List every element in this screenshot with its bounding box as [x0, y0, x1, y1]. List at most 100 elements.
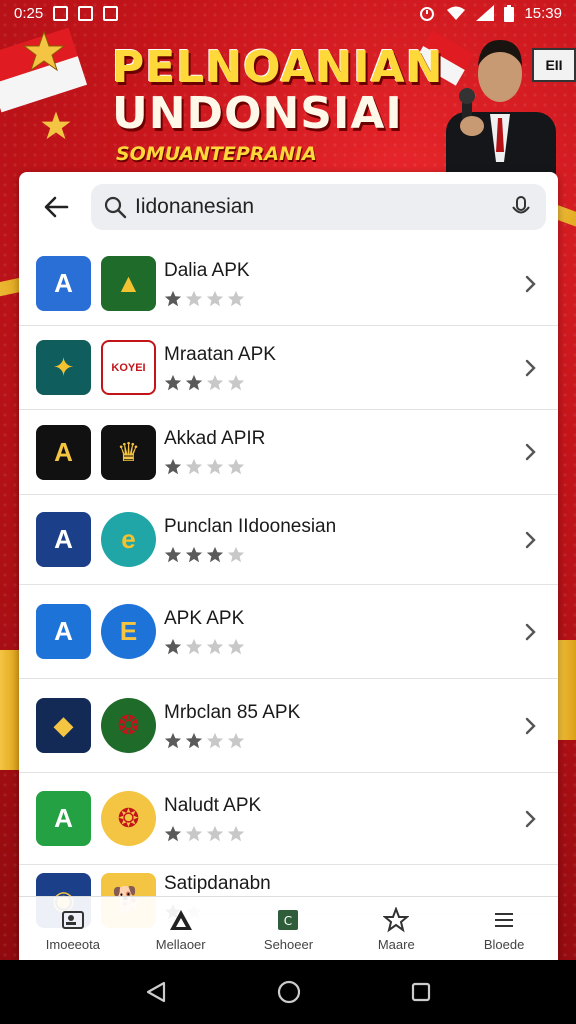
- banner-title-line2: UNDONSIAI: [112, 88, 403, 139]
- star-filled-icon: [164, 825, 182, 841]
- app-info: Akkad APIR: [164, 428, 520, 476]
- message-icon: [103, 5, 119, 21]
- app-icons: ◆ ❂: [36, 698, 164, 753]
- app-name: Satipdanabn: [164, 873, 271, 894]
- star-burst-icon: [41, 111, 71, 140]
- search-icon: [104, 196, 127, 219]
- star-empty-icon: [185, 290, 203, 306]
- nav-item[interactable]: Bloede: [456, 907, 552, 952]
- app-name: Mraatan APK: [164, 343, 276, 365]
- chevron-right-icon[interactable]: [520, 716, 540, 736]
- chevron-right-icon[interactable]: [520, 274, 540, 294]
- star-filled-icon: [185, 732, 203, 748]
- voice-search-icon[interactable]: [508, 194, 534, 220]
- star-filled-icon: [164, 374, 182, 390]
- presenter-image: [446, 40, 556, 182]
- star-empty-icon: [227, 458, 245, 475]
- app-name: APK APK: [164, 607, 245, 629]
- app-icons: A ♛: [36, 424, 164, 480]
- list-item[interactable]: Ae Punclan IIdoonesian: [19, 495, 558, 585]
- star-empty-icon: [206, 638, 224, 654]
- status-bar: 0:25 15:39: [0, 0, 576, 26]
- signal-icon: [476, 5, 495, 21]
- rating-stars: [164, 546, 520, 564]
- list-item[interactable]: A ♛ Akkad APIR: [19, 410, 558, 495]
- app-icons: ✦ KOYEI: [36, 340, 164, 395]
- list-item[interactable]: A E APK APK: [19, 585, 558, 679]
- back-arrow-icon[interactable]: [41, 192, 71, 222]
- chevron-right-icon[interactable]: [520, 442, 540, 462]
- nav-item[interactable]: Mellaoer: [133, 907, 229, 952]
- app-icons: A ▲: [36, 256, 164, 311]
- gallery-icon: [78, 5, 94, 21]
- star-empty-icon: [185, 458, 203, 475]
- nav-label: Mellaoer: [155, 937, 206, 952]
- apk-a-icon: A: [36, 512, 91, 567]
- status-time-left: 0:25: [14, 4, 44, 22]
- list-item[interactable]: A ▲ Dalia APK: [19, 242, 558, 326]
- nav-item[interactable]: Maare: [348, 907, 444, 952]
- banner-sign: EII: [532, 48, 576, 82]
- search-input[interactable]: [135, 195, 500, 219]
- list-item[interactable]: ✦ KOYEI Mraatan APK: [19, 326, 558, 410]
- star-filled-icon: [164, 546, 182, 562]
- app-icons: Ae: [36, 512, 164, 567]
- star-empty-icon: [206, 825, 224, 841]
- rating-stars: [164, 458, 520, 476]
- star-filled-icon: [164, 638, 182, 654]
- app-name: Dalia APK: [164, 259, 250, 281]
- app-name: Naludt APK: [164, 794, 262, 816]
- battery-icon: [504, 4, 515, 22]
- app-info: Punclan IIdoonesian: [164, 516, 520, 564]
- seal-icon: ❂: [101, 791, 156, 846]
- chevron-right-icon[interactable]: [520, 530, 540, 550]
- rating-stars: [164, 290, 520, 308]
- circle-badge-icon: E: [101, 604, 156, 659]
- star-empty-icon: [227, 825, 245, 841]
- svg-text:C: C: [284, 914, 292, 928]
- star-empty-icon: [206, 290, 224, 306]
- app-info: Dalia APK: [164, 260, 520, 308]
- search-header: [19, 172, 558, 242]
- list-item[interactable]: A ❂ Naludt APK: [19, 773, 558, 865]
- star-filled-icon: [164, 732, 182, 748]
- alarm-icon: [420, 7, 435, 21]
- chevron-right-icon[interactable]: [520, 358, 540, 378]
- app-info: Naludt APK: [164, 795, 520, 843]
- nav-label: Maare: [377, 937, 415, 952]
- star-empty-icon: [185, 825, 203, 841]
- apps-icon: C: [278, 910, 299, 930]
- star-empty-icon: [206, 732, 224, 748]
- diamond-icon: ◆: [36, 698, 91, 753]
- banner-subtitle: SOMUANTEPRANIA: [116, 143, 317, 165]
- system-navigation-bar: [0, 960, 576, 1024]
- star-burst-icon: [22, 30, 66, 72]
- star-empty-icon: [227, 638, 245, 654]
- chevron-right-icon[interactable]: [520, 622, 540, 642]
- star-empty-icon: [227, 732, 245, 748]
- triangle-logo-icon: [169, 910, 192, 930]
- star-empty-icon: [206, 458, 224, 475]
- rating-stars: [164, 732, 520, 750]
- list-item[interactable]: ◆ ❂ Mrbclan 85 APK: [19, 679, 558, 773]
- nav-label: Bloede: [483, 937, 525, 952]
- result-list: A ▲ Dalia APK ✦ KOYEI Mraatan APK A ♛ Akkad APIR…: [19, 242, 558, 928]
- garuda-icon: ✦: [36, 340, 91, 395]
- app-name: Punclan IIdoonesian: [164, 515, 337, 537]
- star-filled-icon: [185, 546, 203, 562]
- recents-nav-icon[interactable]: [410, 981, 432, 1003]
- nav-item[interactable]: C Sehoeer: [240, 907, 336, 952]
- app-icons: A ❂: [36, 791, 164, 846]
- chevron-right-icon[interactable]: [520, 809, 540, 829]
- app-icons: AE: [36, 604, 164, 659]
- back-nav-icon[interactable]: [144, 980, 168, 1004]
- apk-a-icon: A: [36, 256, 91, 311]
- flag-badge-icon: KOYEI: [101, 340, 156, 395]
- gold-ribbon: [556, 640, 576, 740]
- app-info: Mrbclan 85 APK: [164, 702, 520, 750]
- home-nav-icon[interactable]: [276, 979, 302, 1005]
- star-filled-icon: [164, 458, 182, 475]
- nav-item[interactable]: Imoeeota: [25, 907, 121, 952]
- shield-icon: ♛: [101, 424, 156, 480]
- search-box[interactable]: [91, 184, 546, 230]
